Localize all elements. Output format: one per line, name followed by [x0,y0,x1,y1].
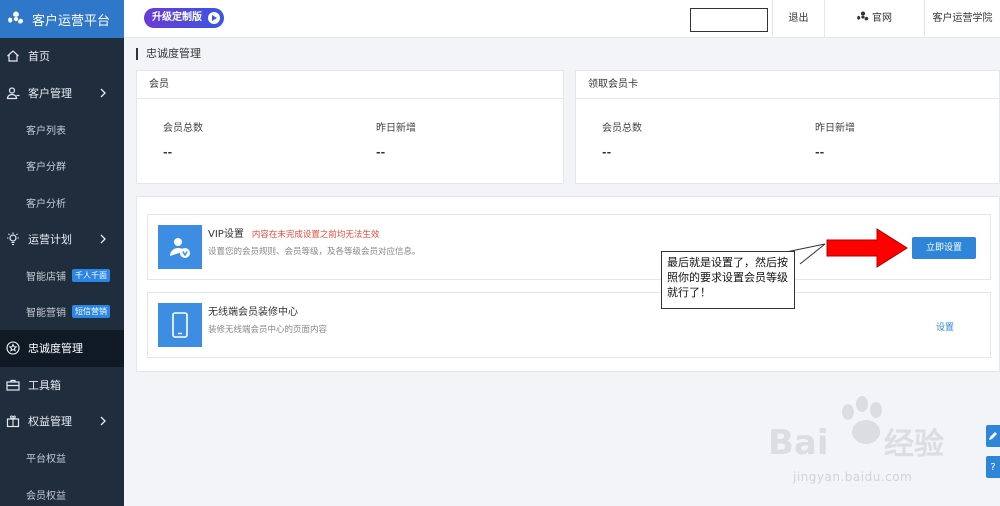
stat-value: -- [602,146,612,159]
vip-icon [158,225,202,269]
chevron-right-icon [100,416,106,426]
sidebar-item-label: 忠诚度管理 [28,342,83,356]
sidebar-item-label: 权益管理 [28,415,72,429]
member-stats-card: 会员 会员总数 -- 昨日新增 -- [136,70,564,184]
sidebar-item-smart-marketing[interactable]: 智能营销 短信营销 [0,294,124,331]
vip-title-line: VIP设置 内容在未完成设置之前均无法生效 [208,225,379,240]
mobile-icon [158,303,202,347]
wireless-settings-link[interactable]: 设置 [936,320,954,333]
help-float-button[interactable]: ? [986,456,1000,478]
wireless-title: 无线端会员装修中心 [208,307,298,318]
sidebar-item-platform-rights[interactable]: 平台权益 [0,440,124,477]
stat-value: -- [163,146,173,159]
sidebar-item-rights-management[interactable]: 权益管理 [0,403,124,440]
bulb-icon [6,232,20,246]
stat-label: 昨日新增 [815,123,855,134]
card-title: 领取会员卡 [576,71,999,99]
edit-icon [989,432,997,440]
claim-card-stats-card: 领取会员卡 会员总数 -- 昨日新增 -- [575,70,1000,184]
vip-warning: 内容在未完成设置之前均无法生效 [251,230,380,240]
sidebar-item-label: 客户管理 [28,86,72,100]
upgrade-button[interactable]: 升级定制版 [144,8,224,28]
stat-label: 会员总数 [602,123,642,134]
sidebar-item-customer-management[interactable]: 客户管理 [0,75,124,112]
app-title: 客户运营平台 [32,13,111,29]
stat-value: -- [815,146,825,159]
sidebar-item-label: 运营计划 [28,232,72,246]
play-icon [208,12,220,24]
sidebar-item-label: 会员权益 [26,490,66,502]
logout-link[interactable]: 退出 [772,0,824,38]
sidebar-item-label: 工具箱 [28,378,61,392]
sidebar-item-home[interactable]: 首页 [0,38,124,75]
red-arrow-icon [826,228,908,268]
help-icon: ? [990,461,996,473]
watermark-url: jingyan.baidu.com [793,470,913,484]
sidebar-item-loyalty[interactable]: 忠诚度管理 [0,330,124,367]
chevron-right-icon [100,234,106,243]
star-icon [6,341,20,355]
school-link[interactable]: 客户运营学院 [924,0,1000,38]
feature-badge: 千人千面 [72,268,110,282]
settings-panel: VIP设置 内容在未完成设置之前均无法生效 设置您的会员规则、会员等级，及各等级会… [136,196,1000,372]
site-logo-icon [857,11,869,21]
official-site-label: 官网 [872,13,892,24]
stat-label: 会员总数 [163,123,203,134]
feature-badge: 短信营销 [72,305,110,319]
annotation-callout: 最后就是设置了，然后按照你的要求设置会员等级就行了！ [661,251,795,309]
edit-float-button[interactable] [986,425,1000,447]
gift-icon [6,414,20,428]
sidebar-item-label: 平台权益 [26,454,66,466]
sidebar-item-label: 智能店铺 [26,271,66,283]
page-title: 忠诚度管理 [136,48,201,60]
sidebar: 客户运营平台 首页 客户管理 客户列表 客户分群 客户分析 运营计划 智能店铺 … [0,0,124,506]
wireless-description: 装修无线端会员中心的页面内容 [208,325,328,335]
sidebar-item-label: 客户分群 [26,162,66,174]
stat-label: 昨日新增 [376,123,416,134]
setup-now-button[interactable]: 立即设置 [912,237,976,259]
official-site-link[interactable]: 官网 [824,0,924,38]
vip-title: VIP设置 [208,229,244,240]
home-icon [6,49,20,63]
toolbox-icon [6,378,20,392]
stat-value: -- [376,146,386,159]
sidebar-item-operation-plan[interactable]: 运营计划 [0,221,124,258]
top-bar: 升级定制版 退出 官网 客户运营学院 [124,0,1000,38]
sidebar-item-member-rights[interactable]: 会员权益 [0,476,124,506]
svg-text:经验: 经验 [884,427,944,462]
brand[interactable]: 客户运营平台 [0,0,124,38]
sidebar-item-toolbox[interactable]: 工具箱 [0,367,124,404]
wireless-decoration-row: 无线端会员装修中心 装修无线端会员中心的页面内容 设置 [147,292,991,358]
sidebar-item-label: 智能营销 [26,308,66,320]
vip-description: 设置您的会员规则、会员等级，及各等级会员对应信息。 [208,247,421,257]
sidebar-nav: 首页 客户管理 客户列表 客户分群 客户分析 运营计划 智能店铺 千人千面 智能… [0,38,124,506]
sidebar-item-label: 首页 [28,50,50,64]
sidebar-item-customer-analysis[interactable]: 客户分析 [0,184,124,221]
sidebar-item-smart-store[interactable]: 智能店铺 千人千面 [0,257,124,294]
chevron-right-icon [100,88,106,97]
sidebar-item-label: 客户分析 [26,198,66,210]
upgrade-label: 升级定制版 [152,12,202,23]
sidebar-item-label: 客户列表 [26,125,66,137]
sidebar-item-customer-list[interactable]: 客户列表 [0,111,124,148]
sidebar-item-customer-group[interactable]: 客户分群 [0,148,124,185]
logo-icon [8,11,24,24]
svg-text:Bai: Bai [768,423,829,463]
users-icon [6,86,20,100]
card-title: 会员 [137,71,563,99]
top-input-box[interactable] [690,8,768,32]
